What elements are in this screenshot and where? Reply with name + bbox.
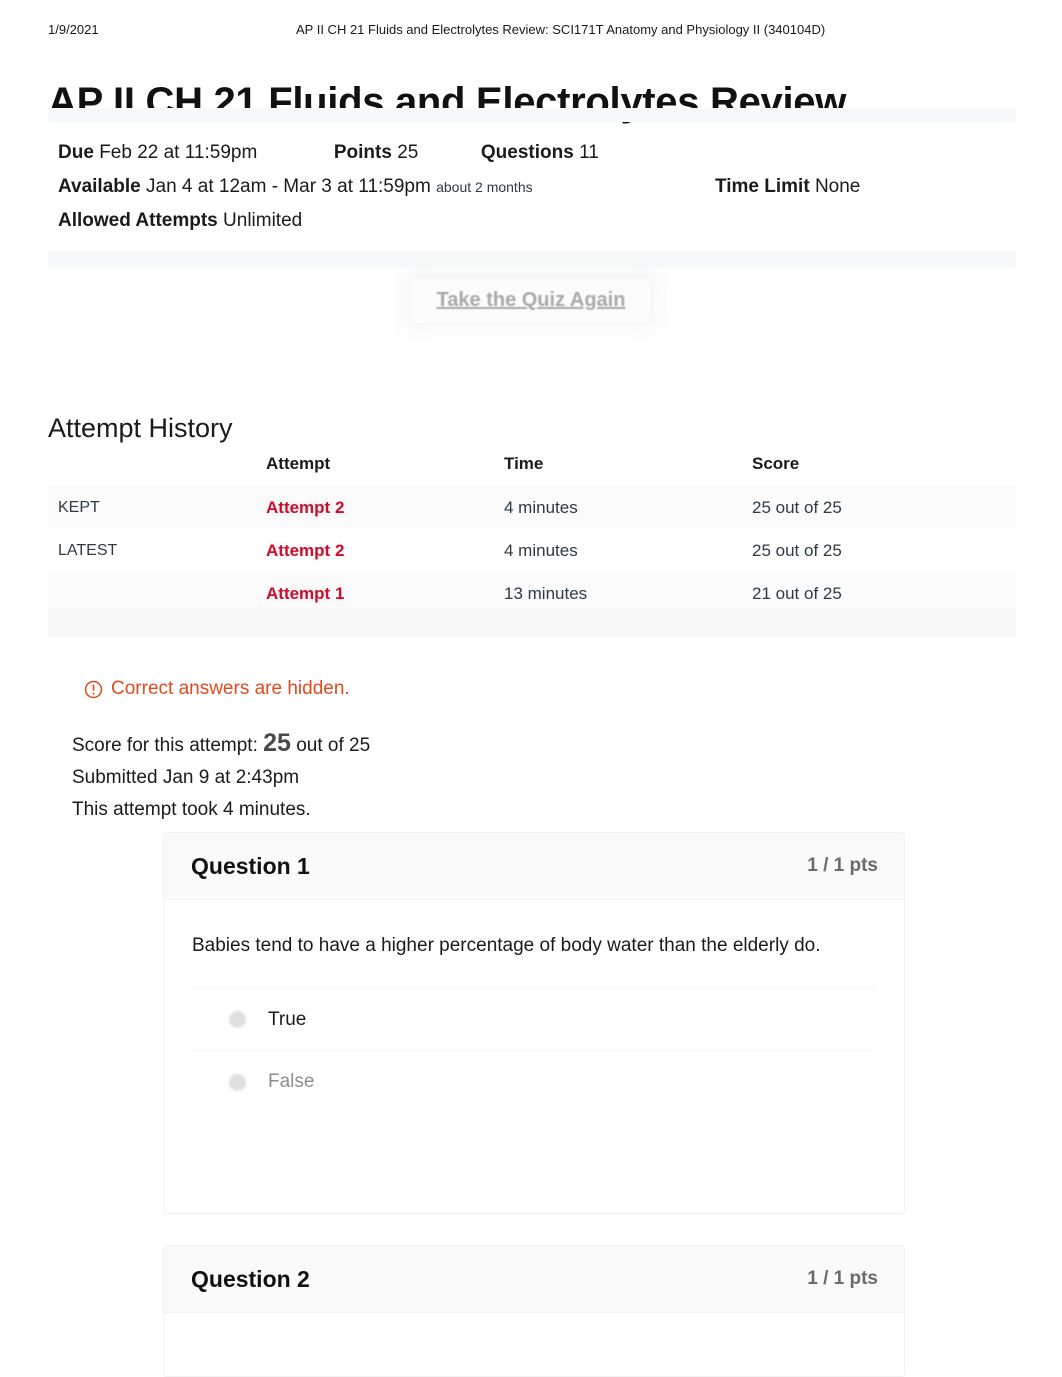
hidden-notice-text: Correct answers are hidden.: [111, 678, 350, 699]
available-label: Available: [58, 176, 141, 197]
allowed-attempts-label: Allowed Attempts: [58, 210, 218, 231]
score-suffix: out of 25: [296, 735, 371, 756]
quiz-meta-line-available: Available Jan 4 at 12am - Mar 3 at 11:59…: [58, 170, 1006, 204]
attempt-history-table: Attempt Time Score KEPT Attempt 2 4 minu…: [48, 444, 1016, 615]
due-group: Due Feb 22 at 11:59pm: [58, 136, 257, 170]
radio-button-icon[interactable]: [229, 1073, 246, 1091]
attempt-table-body: KEPT Attempt 2 4 minutes 25 out of 25 LA…: [48, 486, 1016, 615]
col-header-blank: [48, 444, 266, 486]
submitted-line: Submitted Jan 9 at 2:43pm: [72, 767, 300, 788]
points-label: Points: [333, 142, 392, 163]
answer-label: True: [268, 1008, 307, 1030]
warning-circle-icon: [84, 680, 103, 699]
row-time-cell: 4 minutes: [504, 540, 578, 560]
row-time-cell: 4 minutes: [504, 497, 578, 517]
question-points: 1 / 1 pts: [807, 1268, 878, 1289]
question-header: Question 2 1 / 1 pts: [164, 1246, 904, 1313]
answer-option-true[interactable]: True: [192, 989, 876, 1051]
meta-band-top: [48, 108, 1016, 122]
question-name: Question 1: [191, 852, 310, 879]
quiz-meta-line-due: Due Feb 22 at 11:59pm Points 25 Question…: [58, 136, 1006, 170]
attempt-link[interactable]: Attempt 1: [266, 584, 344, 603]
attempt-link[interactable]: Attempt 2: [266, 498, 344, 517]
col-header-time: Time: [504, 454, 544, 473]
radio-button-icon[interactable]: [229, 1011, 246, 1028]
answer-list: True False: [192, 988, 876, 1113]
attempt-table-footer-band: [48, 608, 1016, 638]
question-card: Question 2 1 / 1 pts: [163, 1245, 905, 1377]
allowed-attempts-value: Unlimited: [223, 210, 303, 231]
attempt-duration-line: This attempt took 4 minutes.: [72, 799, 311, 820]
row-attempt-cell: Attempt 2: [266, 529, 504, 572]
questions-group: Questions 11: [481, 136, 599, 170]
quiz-meta-rows: Due Feb 22 at 11:59pm Points 25 Question…: [48, 122, 1016, 250]
questions-label: Questions: [480, 142, 574, 163]
print-date: 1/9/2021: [48, 22, 99, 37]
correct-answers-hidden-notice: Correct answers are hidden.: [84, 678, 350, 700]
due-value: Feb 22 at 11:59pm: [99, 142, 258, 163]
time-limit-label: Time Limit: [715, 176, 810, 197]
take-quiz-again-button[interactable]: Take the Quiz Again: [409, 277, 653, 324]
row-status-label: LATEST: [58, 541, 118, 559]
available-duration: about 2 months: [436, 179, 533, 195]
quiz-meta-block: Due Feb 22 at 11:59pm Points 25 Question…: [48, 108, 1016, 268]
score-summary: Score for this attempt: 25 out of 25 Sub…: [72, 727, 370, 826]
table-row: KEPT Attempt 2 4 minutes 25 out of 25: [48, 486, 1016, 529]
question-name: Question 2: [191, 1265, 310, 1292]
time-limit-group: Time Limit None: [715, 170, 860, 204]
points-group: Points 25: [334, 136, 418, 170]
points-value: 25: [397, 142, 419, 163]
take-quiz-again-container: Take the Quiz Again: [0, 277, 1062, 324]
attempt-table-header-row: Attempt Time Score: [48, 444, 1016, 486]
score-value: 25: [263, 729, 291, 757]
attempt-link[interactable]: Attempt 2: [266, 541, 344, 560]
question-header: Question 1 1 / 1 pts: [164, 833, 904, 900]
answer-option-false[interactable]: False: [192, 1051, 876, 1113]
question-points: 1 / 1 pts: [807, 855, 878, 876]
row-score-cell: 25 out of 25: [752, 540, 842, 560]
table-row: LATEST Attempt 2 4 minutes 25 out of 25: [48, 529, 1016, 572]
row-attempt-cell: Attempt 2: [266, 486, 504, 529]
question-text: Babies tend to have a higher percentage …: [192, 935, 821, 956]
row-status-label: KEPT: [58, 498, 100, 516]
question-body: [164, 1313, 904, 1343]
question-card: Question 1 1 / 1 pts Babies tend to have…: [163, 832, 905, 1214]
attempt-history-heading: Attempt History: [48, 413, 233, 444]
attempt-table-head: Attempt Time Score: [48, 444, 1016, 486]
time-limit-value: None: [814, 176, 861, 197]
print-header: 1/9/2021 AP II CH 21 Fluids and Electrol…: [0, 22, 1062, 40]
questions-value: 11: [579, 142, 599, 163]
score-line: Score for this attempt: 25 out of 25: [72, 727, 370, 762]
due-label: Due: [58, 142, 94, 163]
meta-band-bottom: [48, 250, 1016, 268]
available-value: Jan 4 at 12am - Mar 3 at 11:59pm: [146, 176, 431, 197]
col-header-score: Score: [752, 454, 800, 473]
print-page-title: AP II CH 21 Fluids and Electrolytes Revi…: [296, 22, 826, 37]
question-body: Babies tend to have a higher percentage …: [164, 900, 904, 1113]
row-score-cell: 25 out of 25: [752, 497, 842, 517]
score-prefix: Score for this attempt:: [72, 735, 258, 756]
quiz-meta-line-attempts: Allowed Attempts Unlimited: [58, 204, 1006, 238]
answer-label: False: [268, 1071, 315, 1092]
col-header-attempt: Attempt: [266, 454, 331, 473]
